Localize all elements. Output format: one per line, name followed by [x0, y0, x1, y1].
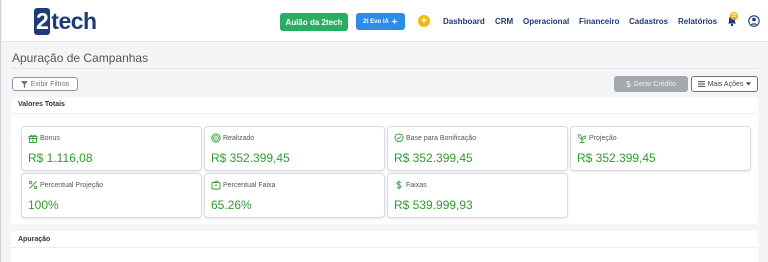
badge-check-icon	[394, 133, 404, 143]
gift-icon	[28, 134, 38, 143]
totals-divider	[11, 113, 758, 114]
nav-dashboard[interactable]: Dashboard	[443, 17, 485, 26]
apuracao-divider	[11, 247, 758, 248]
metric-value: R$ 539.999,93	[394, 198, 473, 212]
metric-faixas: Faixas R$ 539.999,93	[387, 173, 568, 218]
filter-icon	[20, 80, 28, 88]
notification-badge: 25	[730, 12, 738, 20]
metric-value: R$ 352.399,45	[577, 151, 656, 165]
evo-ia-button[interactable]: 2t Evo IA	[356, 13, 405, 30]
metric-value: 65.26%	[211, 198, 252, 212]
dollar-icon	[396, 180, 402, 190]
nav-relatorios[interactable]: Relatórios	[678, 17, 717, 26]
metric-label: Faixas	[406, 182, 427, 189]
metric-label: Bonus	[40, 135, 60, 142]
top-navbar: 2 tech Aulão da 2tech 2t Evo IA + Dashboa…	[2, 0, 768, 42]
nav-financeiro[interactable]: Financeiro	[579, 17, 619, 26]
generate-credit-button[interactable]: $ Gerar Crédito	[614, 76, 688, 92]
plus-icon[interactable]: +	[418, 15, 430, 27]
list-icon	[697, 81, 705, 87]
metric-projecao: Projeção R$ 352.399,45	[570, 126, 751, 171]
metric-value: 100%	[28, 198, 59, 212]
metric-percentual-faixa: Percentual Faixa 65.26%	[204, 173, 385, 218]
app-frame: 2 tech Aulão da 2tech 2t Evo IA + Dashboa…	[0, 0, 768, 262]
metric-bonus: Bonus R$ 1.116,08	[21, 126, 202, 171]
metric-value: R$ 1.116,08	[28, 151, 93, 165]
nav-crm[interactable]: CRM	[495, 17, 513, 26]
metric-label: Percentual Projeção	[40, 182, 104, 189]
metric-label: Percentual Faixa	[223, 182, 276, 189]
wallet-icon	[211, 180, 221, 190]
nav-cadastros[interactable]: Cadastros	[629, 17, 668, 26]
metric-base-bonificacao: Base para Bonificação R$ 352.399,45	[387, 126, 568, 171]
brand-logo[interactable]: 2 tech	[34, 7, 97, 35]
title-divider	[11, 68, 758, 69]
target-icon	[211, 133, 221, 143]
metric-value: R$ 352.399,45	[394, 151, 473, 165]
caret-down-icon	[746, 82, 752, 86]
totals-title: Valores Totais	[18, 101, 65, 108]
percent-icon	[28, 180, 38, 190]
nav-operacional[interactable]: Operacional	[523, 17, 569, 26]
sparkle-icon	[390, 18, 398, 25]
plant-icon	[577, 134, 587, 143]
metric-percentual-projecao: Percentual Projeção 100%	[21, 173, 202, 218]
metric-value: R$ 352.399,45	[211, 151, 290, 165]
generate-credit-label: Gerar Crédito	[633, 80, 676, 88]
dollar-sign-icon: $	[626, 79, 631, 89]
logo-mark: 2	[34, 7, 51, 35]
show-filters-button[interactable]: Exibir Filtros	[12, 77, 78, 91]
metric-label: Realizado	[223, 135, 255, 142]
metric-label: Base para Bonificação	[406, 135, 477, 142]
apuracao-title: Apuração	[18, 236, 51, 243]
metric-label: Projeção	[589, 135, 617, 142]
more-actions-label: Mais Ações	[707, 80, 744, 88]
more-actions-button[interactable]: Mais Ações	[691, 76, 758, 92]
metric-realizado: Realizado R$ 352.399,45	[204, 126, 385, 171]
page-title: Apuração de Campanhas	[12, 51, 149, 65]
evo-ia-label: 2t Evo IA	[363, 18, 389, 25]
aulao-button[interactable]: Aulão da 2tech	[280, 13, 348, 31]
user-icon[interactable]	[748, 15, 760, 27]
logo-text: tech	[51, 7, 97, 34]
show-filters-label: Exibir Filtros	[30, 80, 70, 88]
